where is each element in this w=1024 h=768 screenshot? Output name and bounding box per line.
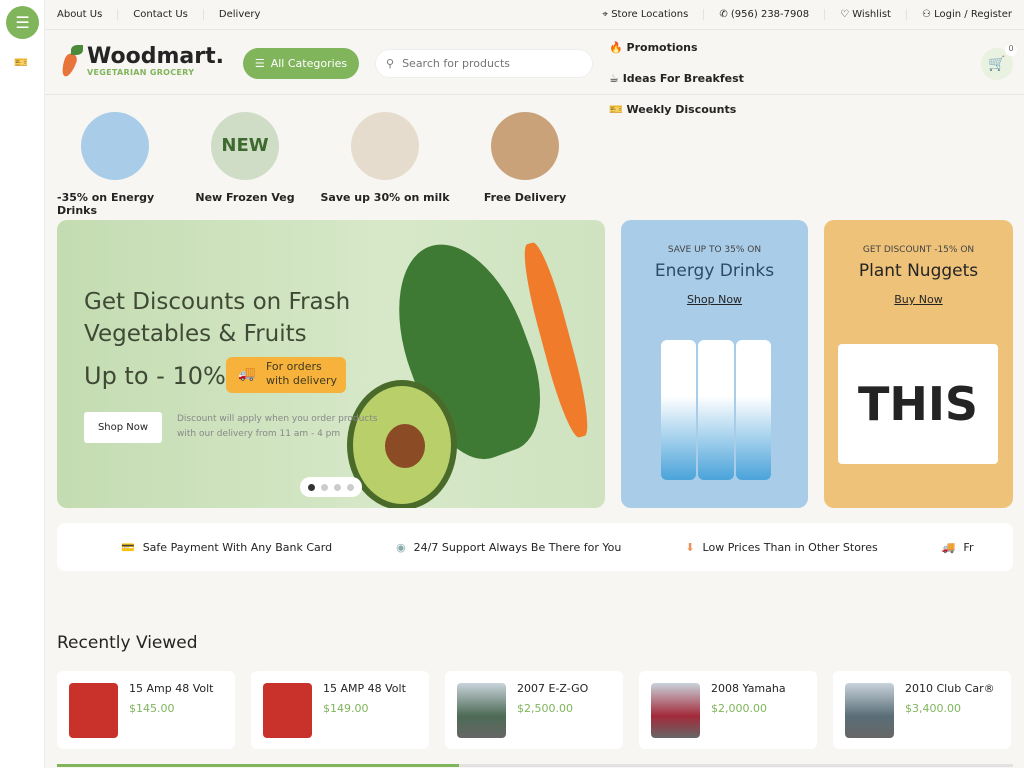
product-image bbox=[457, 683, 506, 738]
nuggets-box-image: THIS bbox=[838, 344, 998, 464]
slide-dot[interactable] bbox=[308, 483, 315, 491]
login-link[interactable]: ⚇ Login / Register bbox=[907, 9, 1012, 20]
product-price: $145.00 bbox=[129, 702, 175, 715]
hero-slider: Get Discounts on Frash Vegetables & Fruit… bbox=[57, 220, 605, 508]
product-image bbox=[651, 683, 700, 738]
banner-title: Plant Nuggets bbox=[858, 261, 979, 281]
header: Woodmart. VEGETARIAN GROCERY ☰ All Categor… bbox=[45, 31, 1024, 116]
product-card[interactable]: 15 AMP 48 Volt $149.00 bbox=[251, 671, 429, 749]
discount-ticket-icon[interactable]: 🎫 bbox=[14, 56, 28, 69]
left-sidebar: ☰ 🎫 bbox=[0, 0, 45, 768]
truck-icon: 🚚 bbox=[941, 540, 956, 554]
feature-support: ◉ 24/7 Support Always Be There for You bbox=[396, 540, 622, 554]
price-down-icon: ⬇ bbox=[685, 540, 695, 554]
nav-promotions[interactable]: 🔥 Promotions bbox=[609, 40, 712, 71]
heart-icon: ♡ bbox=[840, 9, 853, 20]
search-icon[interactable]: ⚲ bbox=[386, 57, 394, 70]
nav-weekly-discounts[interactable]: 🎫 Weekly Discounts bbox=[609, 102, 750, 133]
cart-button[interactable]: 🛒 0 bbox=[981, 44, 1017, 80]
search-input[interactable] bbox=[402, 57, 573, 70]
card-icon: 💳 bbox=[121, 540, 135, 554]
recently-viewed-title: Recently Viewed bbox=[57, 633, 198, 653]
slide-dot[interactable] bbox=[321, 483, 328, 491]
product-price: $2,000.00 bbox=[711, 702, 767, 715]
hero-shop-now-button[interactable]: Shop Now bbox=[84, 412, 162, 443]
product-name[interactable]: 2010 Club Car® bbox=[905, 682, 995, 695]
phone-link[interactable]: ✆ (956) 238-7908 bbox=[704, 9, 826, 20]
carrot-logo-icon bbox=[57, 45, 87, 77]
main-nav: 🔥 Promotions ☕ Ideas For Breakfest 🎫 Wee… bbox=[609, 40, 869, 133]
carousel-scrollbar[interactable] bbox=[57, 764, 1013, 767]
store-label: Store Locations bbox=[611, 9, 689, 20]
nuggets-buy-now-link[interactable]: Buy Now bbox=[894, 293, 942, 306]
product-card[interactable]: 2007 E-Z-GO $2,500.00 bbox=[445, 671, 623, 749]
menu-button[interactable]: ☰ bbox=[6, 6, 39, 39]
hero-discount: Up to - 10% bbox=[84, 362, 226, 390]
logo[interactable]: Woodmart. VEGETARIAN GROCERY bbox=[57, 45, 224, 77]
store-locations-link[interactable]: ⌖ Store Locations bbox=[587, 9, 705, 20]
user-icon: ⚇ bbox=[921, 9, 935, 20]
feature-low-prices: ⬇ Low Prices Than in Other Stores bbox=[685, 540, 878, 554]
truck-icon: 🚚 bbox=[238, 366, 256, 382]
phone-icon: ✆ bbox=[719, 9, 731, 20]
delivery-link[interactable]: Delivery bbox=[204, 9, 276, 20]
recently-viewed-list: 15 Amp 48 Volt $145.00 15 AMP 48 Volt $149… bbox=[57, 671, 1011, 749]
product-price: $3,400.00 bbox=[905, 702, 961, 715]
banner-subtitle: GET DISCOUNT -15% ON bbox=[862, 245, 975, 255]
phone-label: (956) 238-7908 bbox=[730, 9, 810, 20]
category-new-frozen-veg[interactable]: NEW New Frozen Veg bbox=[175, 112, 315, 217]
slide-dot[interactable] bbox=[334, 483, 341, 491]
all-categories-button[interactable]: ☰ All Categories bbox=[243, 48, 359, 79]
category-milk[interactable]: Save up 30% on milk bbox=[315, 112, 455, 217]
hero-title: Get Discounts on Frash Vegetables & Fruit… bbox=[84, 289, 351, 347]
logo-subtitle: VEGETARIAN GROCERY bbox=[87, 67, 195, 77]
product-card[interactable]: 15 Amp 48 Volt $145.00 bbox=[57, 671, 235, 749]
contact-us-link[interactable]: Contact Us bbox=[118, 9, 204, 20]
slide-dot[interactable] bbox=[347, 483, 354, 491]
wishlist-link[interactable]: ♡ Wishlist bbox=[825, 9, 907, 20]
login-label: Login / Register bbox=[934, 9, 1012, 20]
product-name[interactable]: 2007 E-Z-GO bbox=[517, 682, 588, 695]
energy-drinks-banner: SAVE UP TO 35% ON Energy Drinks Shop Now bbox=[621, 220, 808, 508]
product-image bbox=[845, 683, 894, 738]
category-free-delivery[interactable]: Free Delivery bbox=[455, 112, 595, 217]
product-card[interactable]: 2008 Yamaha $2,000.00 bbox=[639, 671, 817, 749]
features-bar: 💳 Safe Payment With Any Bank Card ◉ 24/7 S… bbox=[57, 523, 1013, 571]
banner-title: Energy Drinks bbox=[654, 261, 775, 281]
product-name[interactable]: 15 Amp 48 Volt bbox=[129, 682, 213, 695]
hero-note: Discount will apply when you order produ… bbox=[177, 414, 378, 439]
category-energy-drinks[interactable]: -35% on Energy Drinks bbox=[57, 112, 175, 217]
slider-dots bbox=[300, 477, 362, 497]
nav-ideas-for-breakfast[interactable]: ☕ Ideas For Breakfest bbox=[609, 71, 758, 102]
wishlist-label: Wishlist bbox=[852, 9, 891, 20]
energy-shop-now-link[interactable]: Shop Now bbox=[687, 293, 742, 306]
category-row: -35% on Energy Drinks NEW New Frozen Veg … bbox=[57, 112, 595, 217]
hamburger-icon: ☰ bbox=[254, 57, 265, 70]
logo-name: Woodmart. bbox=[87, 43, 224, 69]
feature-safe-payment: 💳 Safe Payment With Any Bank Card bbox=[121, 540, 333, 554]
delivery-tag: 🚚 For orders with delivery bbox=[226, 357, 346, 393]
product-name[interactable]: 2008 Yamaha bbox=[711, 682, 786, 695]
support-icon: ◉ bbox=[396, 540, 406, 554]
banner-subtitle: SAVE UP TO 35% ON bbox=[667, 245, 762, 255]
plant-nuggets-banner: GET DISCOUNT -15% ON Plant Nuggets Buy N… bbox=[824, 220, 1013, 508]
all-categories-label: All Categories bbox=[270, 57, 348, 70]
feature-delivery: 🚚 Fr bbox=[941, 540, 974, 554]
cart-icon: 🛒 bbox=[988, 56, 1006, 72]
product-card[interactable]: 2010 Club Car® $3,400.00 bbox=[833, 671, 1011, 749]
product-image bbox=[263, 683, 312, 738]
product-price: $149.00 bbox=[323, 702, 369, 715]
avocado-image bbox=[347, 380, 457, 508]
search-box: ⚲ bbox=[375, 49, 593, 78]
top-bar: About Us Contact Us Delivery ⌖ Store Loc… bbox=[45, 0, 1024, 30]
cart-count: 0 bbox=[1005, 44, 1017, 56]
product-price: $2,500.00 bbox=[517, 702, 573, 715]
about-us-link[interactable]: About Us bbox=[57, 9, 119, 20]
map-pin-icon: ⌖ bbox=[602, 9, 612, 20]
product-image bbox=[69, 683, 118, 738]
cans-image bbox=[661, 340, 771, 480]
scrollbar-thumb[interactable] bbox=[57, 764, 459, 767]
product-name[interactable]: 15 AMP 48 Volt bbox=[323, 682, 406, 695]
